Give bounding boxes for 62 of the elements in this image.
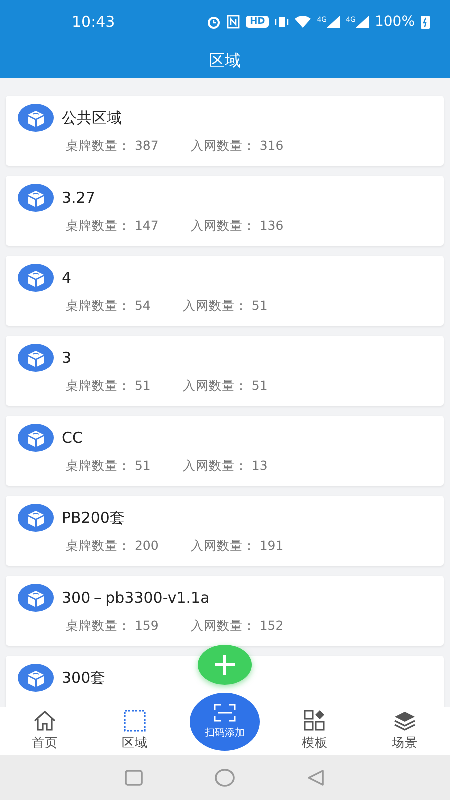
nav-tab[interactable]: 场景 (360, 707, 450, 755)
cube-icon (18, 344, 54, 372)
area-stat: 桌牌数量： 51 (66, 458, 151, 475)
recents-button[interactable] (125, 770, 143, 786)
area-stat: 入网数量： 51 (182, 298, 268, 315)
vibrate-icon (275, 16, 290, 28)
area-stat: 桌牌数量： 159 (66, 618, 159, 635)
area-name: 公共区域 (62, 108, 122, 128)
layers-icon (393, 710, 417, 732)
back-button[interactable] (307, 770, 325, 786)
area-card[interactable]: 300套 (6, 656, 444, 707)
area-card[interactable]: 300－pb3300-v1.1a 桌牌数量： 159 入网数量： 152 (6, 576, 444, 646)
area-card[interactable]: 3.27 桌牌数量： 147 入网数量： 136 (6, 176, 444, 246)
area-stat: 桌牌数量： 54 (66, 298, 151, 315)
plus-icon (214, 654, 236, 676)
nfc-icon (227, 15, 240, 29)
area-stat: 桌牌数量： 387 (66, 138, 159, 155)
area-name: 3.27 (62, 189, 96, 207)
home-button[interactable] (215, 768, 235, 786)
cube-icon (18, 104, 54, 132)
area-name: PB200套 (62, 508, 125, 528)
area-name: CC (62, 429, 83, 447)
area-card[interactable]: 公共区域 桌牌数量： 387 入网数量： 316 (6, 96, 444, 166)
area-stat: 入网数量： 13 (182, 458, 268, 475)
nav-tab[interactable]: 模板 (270, 707, 360, 755)
area-stat: 入网数量： 51 (182, 378, 268, 395)
area-stat: 桌牌数量： 51 (66, 378, 151, 395)
area-stat: 入网数量： 191 (190, 538, 284, 555)
signal-icon (327, 16, 340, 28)
area-name: 300－pb3300-v1.1a (62, 588, 210, 608)
area-name: 4 (62, 269, 72, 287)
area-card[interactable]: PB200套 桌牌数量： 200 入网数量： 191 (6, 496, 444, 566)
area-name: 3 (62, 349, 72, 367)
cube-icon (18, 424, 54, 452)
status-time: 10:43 (72, 13, 116, 31)
area-stat: 桌牌数量： 200 (66, 538, 159, 555)
area-stat: 入网数量： 136 (190, 218, 284, 235)
area-stat: 桌牌数量： 147 (66, 218, 159, 235)
battery-icon (421, 15, 430, 29)
cube-icon (18, 504, 54, 532)
area-card[interactable]: 4 桌牌数量： 54 入网数量： 51 (6, 256, 444, 326)
page-title: 区域 (208, 50, 242, 72)
signal-icon (356, 16, 369, 28)
hd-badge: HD (246, 16, 270, 28)
cube-icon (18, 664, 54, 692)
home-icon (33, 710, 57, 732)
scan-icon (214, 704, 236, 722)
nav-tab[interactable]: 区域 (90, 707, 180, 755)
area-name: 300套 (62, 668, 106, 688)
cube-icon (18, 264, 54, 292)
scan-add-button[interactable]: 扫码添加 (190, 693, 260, 751)
cube-icon (18, 584, 54, 612)
nav-tab[interactable]: 首页 (0, 707, 90, 755)
area-card[interactable]: CC 桌牌数量： 51 入网数量： 13 (6, 416, 444, 486)
alarm-icon (207, 15, 222, 29)
wifi-icon (295, 16, 312, 28)
grid-icon (303, 710, 327, 732)
area-card[interactable]: 3 桌牌数量： 51 入网数量： 51 (6, 336, 444, 406)
battery-percent: 100% (374, 14, 415, 30)
area-stat: 入网数量： 316 (190, 138, 284, 155)
cube-icon (18, 184, 54, 212)
area-stat: 入网数量： 152 (190, 618, 284, 635)
